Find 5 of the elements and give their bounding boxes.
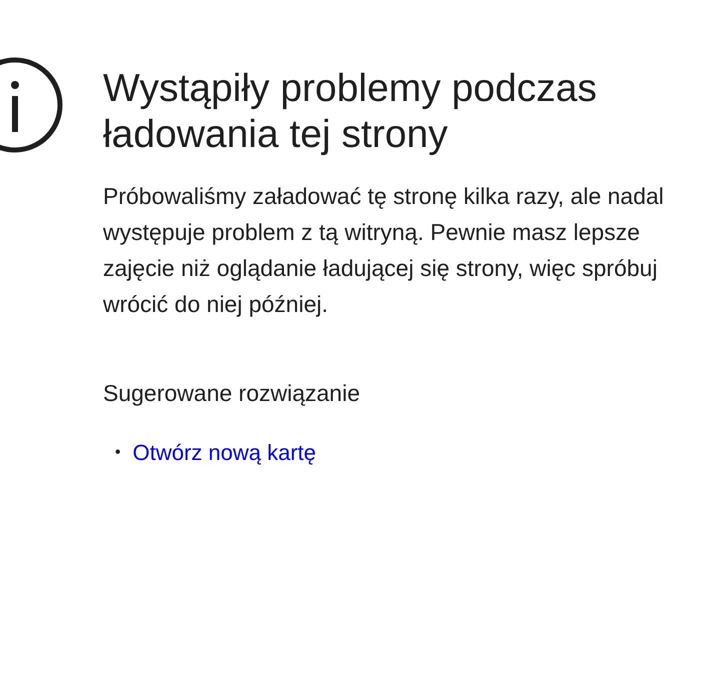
error-message: Próbowaliśmy załadować tę stronę kilka razy, ale nadal występuje problem z tą witryną. Pewnie masz lepsze zajęcie niż oglądanie ładującej się strony, więc spróbuj wrócić do niej później. xyxy=(103,182,665,319)
bullet: • xyxy=(115,443,121,463)
suggestions-heading: Sugerowane rozwiązanie xyxy=(103,379,361,408)
error-title: Wystąpiły problemy podczas ładowania tej strony xyxy=(103,66,598,158)
new-tab-link[interactable]: Otwórz nową kartę xyxy=(132,438,316,468)
